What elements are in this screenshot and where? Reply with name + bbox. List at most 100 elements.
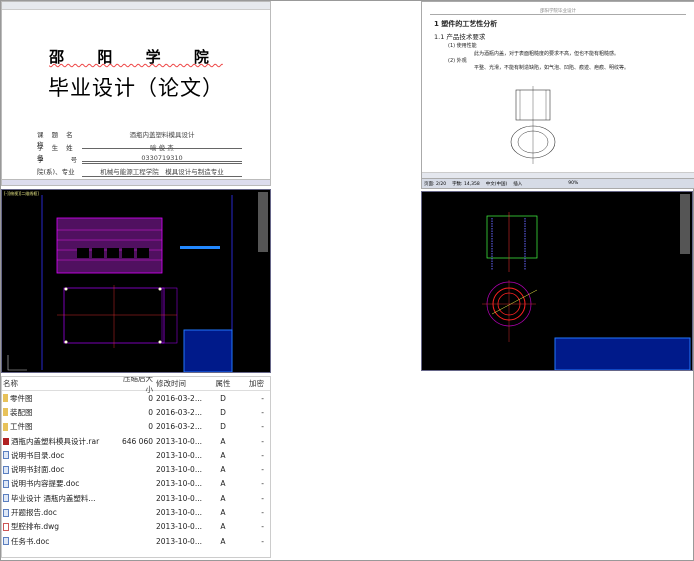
folder-icon [3,408,8,417]
page-count: 页面: 2/20 [424,181,447,187]
file-row[interactable]: 零件图 0 2016-03-2... D - [2,391,270,405]
file-row[interactable]: 说明书封面.doc 2013-10-0... A - [2,462,270,476]
analysis-document: 邵阳学院毕业设计 1 塑件的工艺性分析 1.1 产品技术要求 (1) 使用性能 … [421,1,694,189]
file-encrypted: - [261,436,264,446]
file-name-text: 说明书内容提要.doc [11,479,80,489]
archive-file-list: 名称 压缩后大小 修改时间 属性 加密 零件图 0 2016-03-2... D - 装配… [1,376,271,558]
file-row[interactable]: 说明书内容提要.doc 2013-10-0... A - [2,477,270,491]
file-size: 646 060 [121,436,153,446]
heading-2: 1.1 产品技术要求 [434,33,486,41]
item-2-text: 平整、光滑，不能有制造缺陷，如气泡、凹陷、痕迹、疤痕、明纹等。 [474,65,630,71]
file-name-text: 工件图 [10,422,33,432]
file-attr: A [220,465,226,475]
file-attr: A [220,479,226,489]
insert-mode: 插入 [513,181,523,187]
file-row[interactable]: 型腔排布.dwg 2013-10-0... A - [2,520,270,534]
file-encrypted: - [261,522,264,532]
column-size[interactable]: 压缩后大小 [120,377,153,395]
column-name[interactable]: 名称 [2,378,120,389]
file-name-text: 开题报告.doc [11,508,57,518]
status-bar: 页面: 2/20 字数: 14,358 中文(中国) 插入 90% [422,178,694,188]
file-date: 2013-10-0... [156,536,202,546]
file-name: 酒瓶内盖塑料模具设计.rar [2,436,120,447]
file-name-text: 说明书目录.doc [11,450,65,460]
doc-icon [3,508,9,517]
file-name-text: 装配图 [10,407,33,417]
file-date: 2016-03-2... [156,422,202,432]
file-name-text: 说明书封面.doc [11,465,65,475]
file-row[interactable]: 说明书目录.doc 2013-10-0... A - [2,448,270,462]
doc-icon [3,494,9,503]
file-name-text: 任务书.doc [11,536,50,546]
file-name-text: 毕业设计 酒瓶内盖塑料... [11,493,96,503]
file-name: 任务书.doc [2,536,120,547]
file-encrypted: - [261,479,264,489]
word-count: 字数: 14,358 [452,181,480,187]
file-size: 0 [148,393,153,403]
file-attr: A [220,450,226,460]
column-attr[interactable]: 属性 [208,378,238,389]
file-name-text: 零件图 [10,393,33,403]
file-name: 毕业设计 酒瓶内盖塑料... [2,493,120,504]
file-attr: A [220,536,226,546]
file-attr: A [220,493,226,503]
file-attr: A [220,508,226,518]
cad-part-drawing [421,191,693,371]
school-name: 邵 阳 学 院 [49,48,223,66]
cap-drawing [482,212,691,370]
file-attr: D [220,393,226,403]
file-row[interactable]: 毕业设计 酒瓶内盖塑料... 2013-10-0... A - [2,491,270,505]
mold-drawing [7,195,233,372]
file-encrypted: - [261,422,264,432]
folder-icon [3,422,8,431]
file-attr: A [220,436,226,446]
file-attr: A [220,522,226,532]
dwg-icon [3,522,9,531]
field-id: 学 号 0330719310 [37,154,242,164]
file-encrypted: - [261,465,264,475]
thesis-title: 毕业设计（论文） [48,76,224,100]
file-name: 工件图 [2,421,120,432]
doc-icon [3,479,9,488]
file-name-text: 型腔排布.dwg [11,522,60,532]
item-2: (2) 外观 [448,58,467,64]
file-name: 说明书内容提要.doc [2,478,120,489]
column-headers: 名称 压缩后大小 修改时间 属性 加密 [2,377,270,394]
file-encrypted: - [261,393,264,403]
column-date[interactable]: 修改时间 [153,378,208,389]
language: 中文(中国) [485,181,508,187]
doc-icon [3,451,9,460]
file-row[interactable]: 装配图 0 2016-03-2... D - [2,405,270,419]
item-1-text: 此为酒瓶内盖，对于表面粗糙度的要求不高，但也不能有粗糙感。 [474,51,620,57]
doc-icon [3,537,9,546]
file-size: 0 [148,407,153,417]
file-name: 型腔排布.dwg [2,521,120,532]
file-name: 装配图 [2,407,120,418]
file-name: 说明书封面.doc [2,464,120,475]
file-date: 2013-10-0... [156,479,202,489]
file-date: 2013-10-0... [156,522,202,532]
file-name: 零件图 [2,393,120,404]
file-name-text: 酒瓶内盖塑料模具设计.rar [11,436,100,446]
part-drawing [510,86,556,164]
thesis-cover-document: 邵 阳 学 院 毕业设计（论文） 课 题 名 称酒瓶内盖塑料模具设计 学 生 姓… [1,1,271,186]
horizontal-scrollbar[interactable] [2,179,270,185]
file-encrypted: - [261,450,264,460]
zoom-level[interactable]: 90% [568,181,578,186]
file-date: 2013-10-0... [156,465,202,475]
file-encrypted: - [261,407,264,417]
heading-1: 1 塑件的工艺性分析 [434,20,498,28]
file-row[interactable]: 酒瓶内盖塑料模具设计.rar 646 060 2013-10-0... A - [2,434,270,448]
file-date: 2013-10-0... [156,436,202,446]
file-attr: D [220,407,226,417]
file-name: 开题报告.doc [2,507,120,518]
column-encrypted[interactable]: 加密 [238,378,268,389]
file-date: 2013-10-0... [156,508,202,518]
file-row[interactable]: 工件图 0 2016-03-2... D - [2,420,270,434]
file-row[interactable]: 任务书.doc 2013-10-0... A - [2,534,270,548]
file-encrypted: - [261,508,264,518]
file-date: 2016-03-2... [156,407,202,417]
file-size: 0 [148,422,153,432]
file-row[interactable]: 开题报告.doc 2013-10-0... A - [2,505,270,519]
doc-icon [3,465,9,474]
